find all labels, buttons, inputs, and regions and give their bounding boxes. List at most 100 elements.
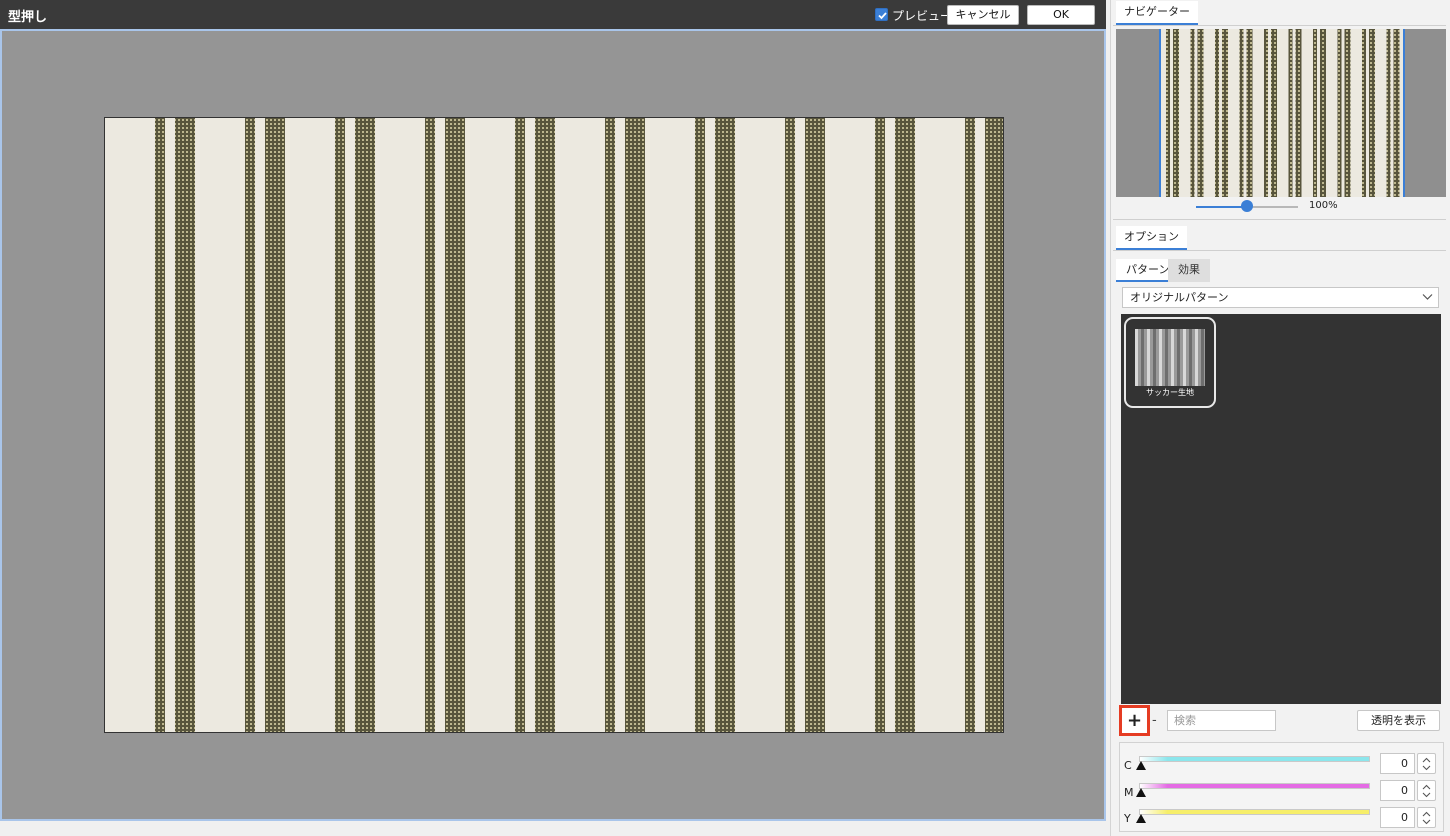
title-bar: 型押し プレビュー キャンセル OK bbox=[0, 0, 1106, 29]
cyan-slider[interactable] bbox=[1139, 756, 1370, 762]
thumbnail-base bbox=[1135, 329, 1205, 386]
yellow-slider[interactable] bbox=[1139, 809, 1370, 815]
fabric-preview-image bbox=[104, 117, 1004, 733]
right-panel: ナビゲーター 100% オプション パターン 効果 オリジナルパターン サッカー… bbox=[1110, 0, 1450, 836]
thumbnail-stripe bbox=[1165, 329, 1168, 386]
stripe-narrow bbox=[875, 118, 885, 732]
pattern-list: サッカー生地 bbox=[1121, 314, 1441, 704]
stripe-narrow bbox=[785, 118, 795, 732]
stripe-wide bbox=[1222, 29, 1228, 197]
stripe-wide bbox=[1271, 29, 1277, 197]
ok-button[interactable]: OK bbox=[1027, 5, 1095, 25]
stripe-wide bbox=[895, 118, 915, 732]
stripe-narrow bbox=[695, 118, 705, 732]
magenta-label: M bbox=[1124, 786, 1134, 799]
stripe-wide bbox=[445, 118, 465, 732]
check-icon bbox=[878, 12, 887, 20]
tab-effect[interactable]: 効果 bbox=[1168, 259, 1210, 282]
zoom-slider-thumb[interactable] bbox=[1241, 200, 1253, 212]
pattern-category-select[interactable]: オリジナルパターン bbox=[1122, 287, 1439, 308]
thumbnail-stripe bbox=[1153, 329, 1156, 386]
stripe-narrow bbox=[1264, 29, 1268, 197]
stripe-narrow bbox=[965, 118, 975, 732]
thumbnail-stripe bbox=[1171, 329, 1174, 386]
stripe-wide bbox=[715, 118, 735, 732]
spinner-icon bbox=[1422, 757, 1431, 771]
stripe-narrow bbox=[1386, 29, 1391, 197]
stripe-wide bbox=[985, 118, 1003, 732]
stripe-wide bbox=[1295, 29, 1302, 197]
navigator-view[interactable] bbox=[1116, 29, 1446, 197]
stripe-wide bbox=[1344, 29, 1351, 197]
stripe-narrow bbox=[605, 118, 615, 732]
stripe-narrow bbox=[1337, 29, 1342, 197]
cyan-spinner[interactable] bbox=[1417, 753, 1436, 774]
cancel-button[interactable]: キャンセル bbox=[947, 5, 1019, 25]
thumbnail-stripe bbox=[1135, 329, 1138, 386]
stripe-narrow bbox=[1166, 29, 1170, 197]
chevron-down-icon bbox=[1422, 294, 1433, 300]
stripe-narrow bbox=[335, 118, 345, 732]
stripe-narrow bbox=[1288, 29, 1293, 197]
stripe-wide bbox=[1173, 29, 1179, 197]
stripe-narrow bbox=[425, 118, 435, 732]
stripe-wide bbox=[1197, 29, 1204, 197]
thumbnail-stripe bbox=[1183, 329, 1186, 386]
navigator-viewport[interactable] bbox=[1159, 29, 1405, 197]
magenta-value-input[interactable]: 0 bbox=[1380, 780, 1415, 801]
stripe-wide bbox=[1393, 29, 1400, 197]
stripe-narrow bbox=[1215, 29, 1219, 197]
divider bbox=[1113, 25, 1446, 26]
stripe-narrow bbox=[245, 118, 255, 732]
tab-navigator[interactable]: ナビゲーター bbox=[1116, 1, 1198, 25]
thumbnail-stripe bbox=[1177, 329, 1180, 386]
stripe-wide bbox=[355, 118, 375, 732]
zoom-slider-fill bbox=[1196, 206, 1247, 208]
stripe-narrow bbox=[1313, 29, 1317, 197]
search-input[interactable] bbox=[1167, 710, 1276, 731]
yellow-spinner[interactable] bbox=[1417, 807, 1436, 828]
stripe-wide bbox=[625, 118, 645, 732]
stripe-narrow bbox=[1190, 29, 1195, 197]
cyan-slider-thumb[interactable] bbox=[1136, 761, 1146, 770]
preview-label[interactable]: プレビュー bbox=[892, 7, 952, 24]
spinner-icon bbox=[1422, 811, 1431, 825]
yellow-value-input[interactable]: 0 bbox=[1380, 807, 1415, 828]
magenta-spinner[interactable] bbox=[1417, 780, 1436, 801]
stripe-narrow bbox=[1239, 29, 1244, 197]
yellow-slider-thumb[interactable] bbox=[1136, 814, 1146, 823]
stripe-wide bbox=[535, 118, 555, 732]
magenta-slider[interactable] bbox=[1139, 783, 1370, 789]
thumbnail-stripe bbox=[1189, 329, 1192, 386]
color-adjust-panel: C 0 M 0 Y 0 bbox=[1119, 742, 1444, 832]
dialog-title: 型押し bbox=[8, 10, 48, 25]
cyan-value-input[interactable]: 0 bbox=[1380, 753, 1415, 774]
preview-canvas[interactable] bbox=[0, 29, 1106, 821]
pattern-category-value: オリジナルパターン bbox=[1130, 291, 1229, 304]
stripe-wide bbox=[175, 118, 195, 732]
pattern-item-seersucker[interactable]: サッカー生地 bbox=[1124, 317, 1216, 408]
thumbnail-stripe bbox=[1159, 329, 1162, 386]
stripe-wide bbox=[805, 118, 825, 732]
remove-pattern-button[interactable]: - bbox=[1152, 713, 1157, 728]
thumbnail-stripe bbox=[1141, 329, 1144, 386]
divider bbox=[1113, 250, 1446, 251]
thumbnail-stripe bbox=[1201, 329, 1204, 386]
pattern-item-label: サッカー生地 bbox=[1146, 388, 1194, 397]
cyan-label: C bbox=[1124, 759, 1132, 772]
stripe-narrow bbox=[1362, 29, 1366, 197]
add-pattern-button[interactable]: + bbox=[1119, 705, 1150, 736]
zoom-value: 100% bbox=[1309, 200, 1338, 211]
tab-options[interactable]: オプション bbox=[1116, 226, 1187, 250]
stripe-wide bbox=[1320, 29, 1326, 197]
yellow-label: Y bbox=[1124, 812, 1131, 825]
stripe-wide bbox=[265, 118, 285, 732]
magenta-slider-thumb[interactable] bbox=[1136, 788, 1146, 797]
stripe-narrow bbox=[155, 118, 165, 732]
preview-checkbox[interactable] bbox=[875, 8, 888, 21]
divider bbox=[1113, 219, 1446, 220]
show-transparent-button[interactable]: 透明を表示 bbox=[1357, 710, 1440, 731]
stripe-wide bbox=[1369, 29, 1375, 197]
pattern-thumbnail bbox=[1135, 329, 1205, 386]
thumbnail-stripe bbox=[1147, 329, 1150, 386]
